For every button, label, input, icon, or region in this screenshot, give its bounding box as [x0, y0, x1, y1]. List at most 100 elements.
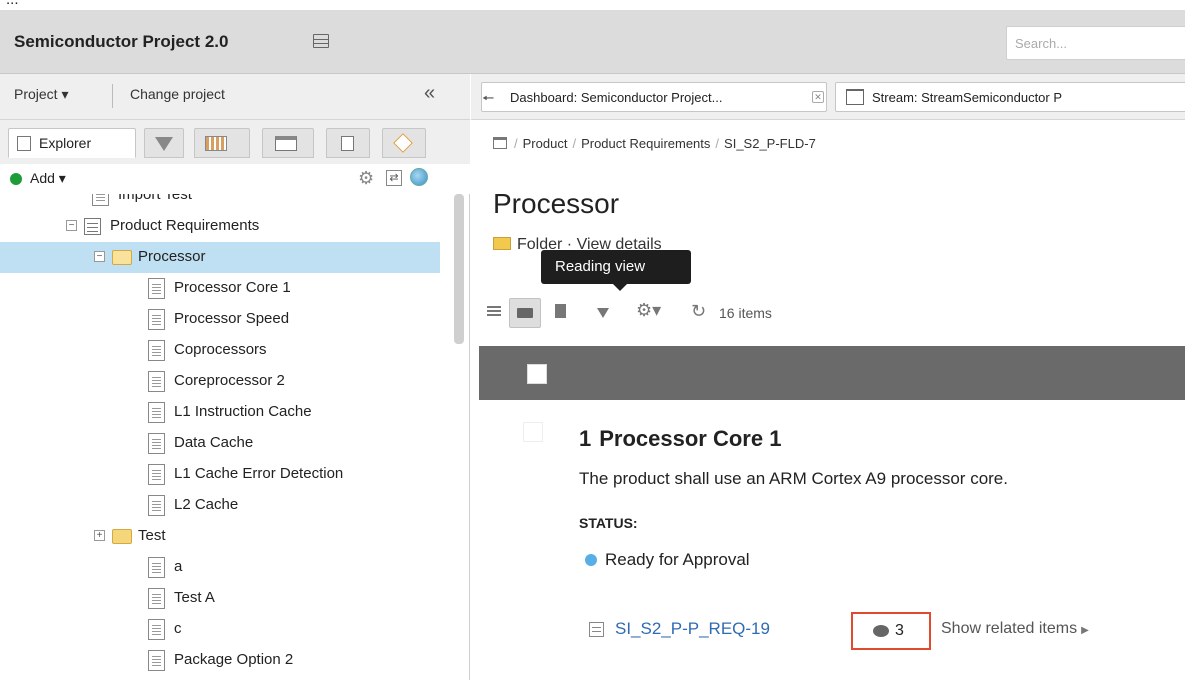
- item-checkbox[interactable]: [523, 422, 543, 442]
- breadcrumb-product[interactable]: Product: [523, 136, 568, 151]
- collapse-icon[interactable]: −: [94, 251, 105, 262]
- tree-item[interactable]: + Test: [0, 521, 440, 552]
- tab-filter[interactable]: [144, 128, 184, 158]
- item-footer: SI_S2_P-P_REQ-19 3 Show related items ▶: [471, 612, 1185, 650]
- change-project-button[interactable]: Change project: [130, 86, 225, 102]
- tree-item[interactable]: L1 Cache Error Detection: [0, 459, 440, 490]
- settings-gear-icon[interactable]: ⚙: [358, 168, 374, 189]
- show-related-items-link[interactable]: Show related items ▶: [941, 620, 1089, 638]
- tab-grid[interactable]: [194, 128, 250, 158]
- tree-item[interactable]: − Product Requirements: [0, 211, 440, 242]
- reading-view-icon[interactable]: [509, 298, 541, 328]
- app-header: Semiconductor Project 2.0 Search...: [0, 10, 1185, 74]
- filter-icon: [155, 137, 173, 151]
- expand-icon[interactable]: +: [94, 530, 105, 541]
- requirement-icon: [589, 622, 604, 637]
- doc-icon: [148, 495, 165, 516]
- tree-item[interactable]: a: [0, 552, 440, 583]
- window-icon: [275, 136, 297, 151]
- tab-stream[interactable]: Stream: StreamSemiconductor P: [835, 82, 1185, 112]
- folder-icon: [493, 237, 511, 250]
- tree-item[interactable]: Data Cache: [0, 428, 440, 459]
- requirement-id-link[interactable]: SI_S2_P-P_REQ-19: [615, 619, 770, 639]
- document-icon: [341, 136, 354, 151]
- item-title[interactable]: 1 Processor Core 1: [579, 426, 781, 452]
- list-view-icon[interactable]: [487, 304, 501, 318]
- explorer-icon: [17, 136, 31, 151]
- tab-dashboard[interactable]: 🠔 Dashboard: Semiconductor Project... ✕: [481, 82, 827, 112]
- breadcrumb: / Product / Product Requirements / SI_S2_P-FL…: [493, 136, 816, 151]
- tree-scrollbar[interactable]: [454, 194, 464, 344]
- project-info-icon[interactable]: [313, 34, 329, 48]
- collapse-icon[interactable]: −: [66, 220, 77, 231]
- globe-icon[interactable]: [410, 168, 428, 186]
- add-button[interactable]: Add ▾: [30, 170, 66, 187]
- list-icon: [84, 218, 101, 235]
- back-arrow-icon[interactable]: 🠔: [482, 88, 494, 111]
- comments-button[interactable]: 3: [851, 612, 931, 650]
- close-tab-icon[interactable]: ✕: [812, 91, 824, 103]
- tree-item[interactable]: Coreprocessor 2: [0, 366, 440, 397]
- doc-icon: [148, 340, 165, 361]
- settings-gear-icon[interactable]: ⚙▾: [636, 300, 661, 321]
- tree-item[interactable]: Test A: [0, 583, 440, 614]
- collapse-panel-icon[interactable]: «: [424, 82, 435, 105]
- page-title: Processor: [493, 188, 620, 219]
- reading-view-tooltip: Reading view: [541, 250, 691, 291]
- tab-document[interactable]: [326, 128, 370, 158]
- tree-item[interactable]: Processor Speed: [0, 304, 440, 335]
- view-toolbar: ⚙▾ ↻ 16 items: [471, 296, 1185, 332]
- doc-icon: [148, 650, 165, 671]
- status-indicator-icon: [585, 554, 597, 566]
- tree-item[interactable]: Coprocessors: [0, 335, 440, 366]
- doc-icon: [148, 588, 165, 609]
- doc-icon: [92, 194, 109, 206]
- doc-icon: [148, 402, 165, 423]
- add-icon[interactable]: [10, 173, 22, 185]
- tab-tags[interactable]: [382, 128, 426, 158]
- project-menu-button[interactable]: Project ▾: [14, 86, 69, 103]
- tab-window[interactable]: [262, 128, 314, 158]
- tree-item-label: Processor Speed: [174, 310, 290, 327]
- grid-icon: [205, 136, 227, 151]
- status-value[interactable]: Ready for Approval: [605, 550, 750, 570]
- explorer-actions: Add ▾ ⚙ ⇄: [0, 164, 470, 194]
- app-title: Semiconductor Project 2.0: [14, 32, 229, 51]
- search-input[interactable]: Search...: [1006, 26, 1185, 60]
- document-tabs: 🠔 Dashboard: Semiconductor Project... ✕ …: [471, 74, 1185, 120]
- select-all-checkbox[interactable]: [527, 364, 547, 384]
- status-label: STATUS:: [579, 515, 638, 531]
- filter-icon[interactable]: [597, 308, 609, 318]
- document-view-icon[interactable]: [555, 304, 566, 318]
- stream-icon[interactable]: [493, 137, 507, 149]
- tree-item[interactable]: Processor Core 1: [0, 273, 440, 304]
- tag-icon: [393, 133, 413, 153]
- doc-icon: [148, 557, 165, 578]
- tab-explorer[interactable]: Explorer: [8, 128, 136, 158]
- tree-item-label: Data Cache: [174, 434, 254, 451]
- tree-item-label: Test A: [174, 589, 215, 606]
- folder-open-icon: [112, 250, 132, 265]
- toolbar-divider: [112, 84, 113, 108]
- folder-icon: [112, 529, 132, 544]
- tree-item[interactable]: − Processor: [0, 242, 440, 273]
- tree-item[interactable]: L2 Cache: [0, 490, 440, 521]
- tree-item[interactable]: Package Option 2: [0, 645, 440, 676]
- refresh-icon[interactable]: ↻: [691, 301, 706, 322]
- tree-item-label: c: [174, 620, 182, 637]
- tree-item-label: Product Requirements: [110, 217, 260, 234]
- breadcrumb-current: SI_S2_P-FLD-7: [724, 136, 816, 151]
- tree-item-label: Processor Core 1: [174, 279, 291, 296]
- tree-item-label: a: [174, 558, 183, 575]
- tree-item[interactable]: Import Test: [0, 194, 440, 211]
- explorer-panel: Project ▾ Change project « Explorer Add …: [0, 74, 470, 680]
- explorer-tree: Import Test − Product Requirements − Process…: [0, 194, 455, 680]
- tree-item[interactable]: c: [0, 614, 440, 645]
- sync-icon[interactable]: ⇄: [386, 170, 402, 186]
- stream-icon: [846, 89, 864, 105]
- tree-item-label: Coreprocessor 2: [174, 372, 285, 389]
- items-count: 16 items: [719, 305, 772, 321]
- project-toolbar: Project ▾ Change project «: [0, 74, 470, 120]
- tree-item[interactable]: L1 Instruction Cache: [0, 397, 440, 428]
- breadcrumb-product-requirements[interactable]: Product Requirements: [581, 136, 710, 151]
